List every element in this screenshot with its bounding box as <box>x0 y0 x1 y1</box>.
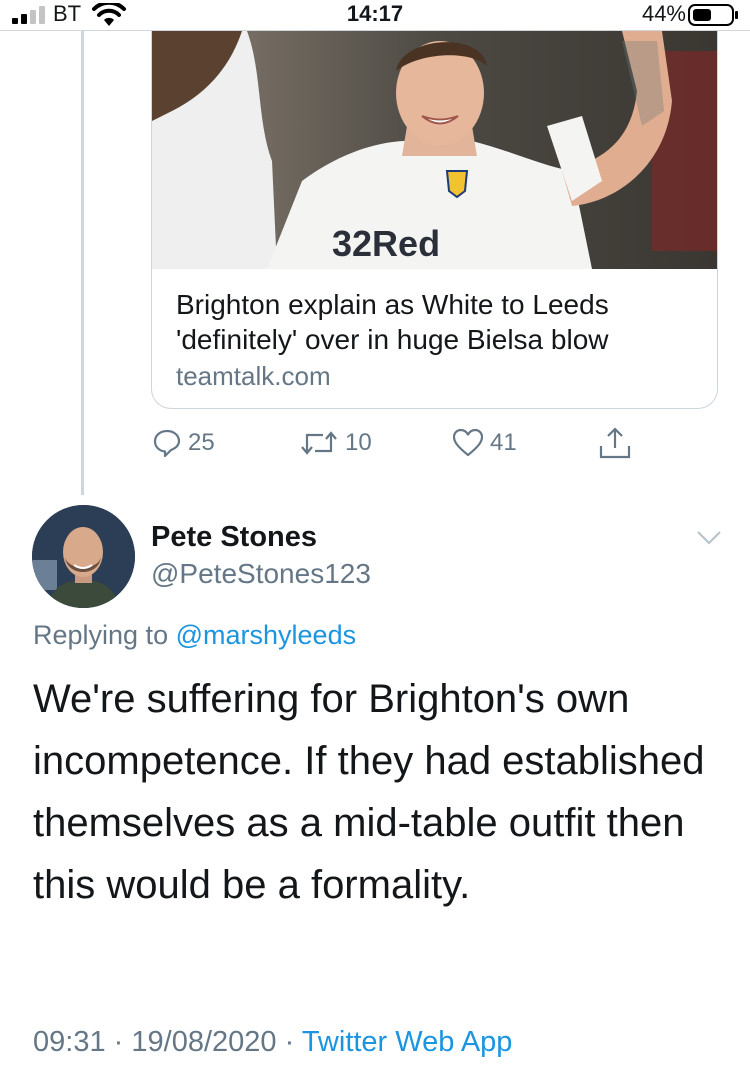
link-preview-domain: teamtalk.com <box>176 361 331 391</box>
reply-button[interactable]: 25 <box>152 425 215 461</box>
link-preview-image: 32Red <box>152 31 717 269</box>
share-icon <box>599 427 631 459</box>
status-bar: BT 14:17 44% <box>0 0 750 30</box>
share-button[interactable] <box>598 425 632 461</box>
replying-to-label: Replying to <box>33 620 169 650</box>
replying-to-line: Replying to @marshyleeds <box>33 620 356 651</box>
like-button[interactable]: 41 <box>452 425 517 461</box>
tweet-text: We're suffering for Brighton's own incom… <box>33 677 705 907</box>
avatar[interactable] <box>32 505 135 608</box>
meta-separator-2: · <box>284 1026 295 1058</box>
tweet-source-link[interactable]: Twitter Web App <box>302 1026 513 1058</box>
tweet-metadata: 09:31 · 19/08/2020 · Twitter Web App <box>33 1026 512 1059</box>
reply-count: 25 <box>188 429 215 456</box>
link-preview-card[interactable]: 32Red Brighton explain as White to Leeds… <box>151 31 718 409</box>
battery-icon <box>688 4 738 26</box>
thread-connector-line <box>81 31 84 495</box>
chevron-down-icon[interactable] <box>696 530 722 546</box>
heart-icon <box>452 428 484 457</box>
display-name[interactable]: Pete Stones <box>151 521 317 554</box>
user-handle[interactable]: @PeteStones123 <box>151 558 371 590</box>
reply-icon <box>153 429 181 458</box>
meta-separator: · <box>113 1026 124 1058</box>
battery-percentage: 44% <box>641 1 686 26</box>
shirt-sponsor-text: 32Red <box>332 223 440 264</box>
tweet-time: 09:31 <box>33 1026 106 1058</box>
retweet-button[interactable]: 10 <box>299 425 372 461</box>
link-preview-title[interactable]: Brighton explain as White to Leeds 'defi… <box>176 287 706 357</box>
retweet-count: 10 <box>345 429 372 456</box>
clock: 14:17 <box>346 1 404 26</box>
like-count: 41 <box>490 429 517 456</box>
retweet-icon <box>301 431 337 455</box>
replying-to-mention[interactable]: @marshyleeds <box>176 620 356 650</box>
tweet-date: 19/08/2020 <box>131 1026 277 1058</box>
